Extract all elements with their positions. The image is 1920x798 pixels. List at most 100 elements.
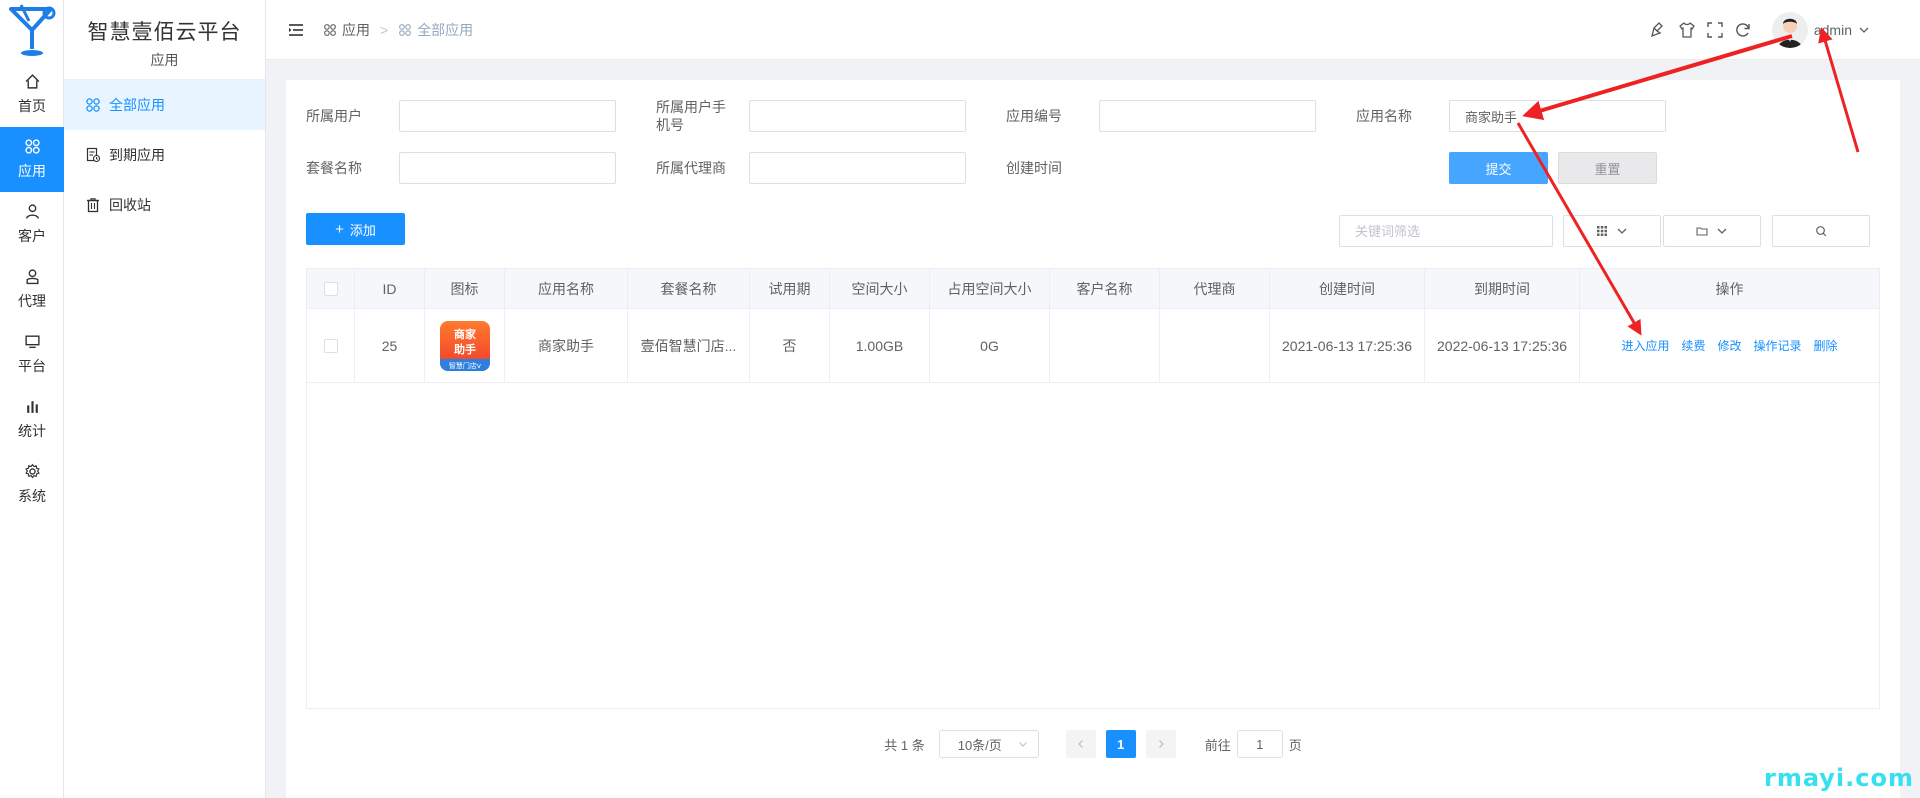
- reset-button[interactable]: 重置: [1558, 152, 1657, 184]
- cell-expires: 2022-06-13 17:25:36: [1425, 309, 1580, 382]
- refresh-icon[interactable]: [1734, 21, 1752, 39]
- add-button-label: 添加: [349, 222, 376, 238]
- home-icon: [25, 74, 39, 89]
- cell-space: 1.00GB: [830, 309, 930, 382]
- page-number-current[interactable]: 1: [1105, 730, 1136, 758]
- expire-doc-icon: [86, 147, 101, 163]
- user-menu[interactable]: admin: [1814, 22, 1870, 38]
- breadcrumb: 应用 > 全部应用: [323, 20, 473, 40]
- goto-prefix: 前往: [1204, 737, 1231, 753]
- pagination: 共 1 条 10条/页 1 前往 页: [286, 730, 1900, 758]
- user-avatar-icon: [1777, 18, 1802, 48]
- rail-item-customers[interactable]: 客户: [0, 192, 64, 257]
- package-label: 套餐名称: [306, 160, 362, 176]
- fullscreen-icon[interactable]: [1706, 21, 1724, 39]
- icon-rail: 首页 应用 客户 代理 平台 统计 系统: [0, 0, 64, 798]
- app-logo-line1: 商家: [454, 327, 477, 341]
- agent-label: 所属代理商: [656, 160, 726, 176]
- goto-page-input[interactable]: [1236, 730, 1283, 758]
- app-logo-line3: 智慧门店v: [448, 361, 480, 370]
- bar-chart-icon: [26, 401, 38, 413]
- header-cell: 图标: [425, 269, 505, 308]
- owner-phone-input[interactable]: [749, 100, 966, 132]
- header-actions: admin: [1640, 11, 1870, 48]
- chevron-down-icon: [1018, 742, 1027, 747]
- search-button[interactable]: [1772, 215, 1870, 247]
- breadcrumb-separator: >: [380, 21, 389, 38]
- sidebar-item-recycle-bin[interactable]: 回收站: [64, 180, 265, 230]
- app-name-input[interactable]: [1449, 100, 1666, 132]
- rail-item-label: 首页: [18, 98, 46, 114]
- app-no-input[interactable]: [1099, 100, 1316, 132]
- cell-icon: 商家 助手 智慧门店v: [425, 309, 505, 382]
- app-logo-line2: 助手: [454, 342, 476, 356]
- user-icon: [25, 204, 39, 219]
- cell-agent: [1160, 309, 1270, 382]
- breadcrumb-label: 全部应用: [417, 21, 474, 38]
- header-cell: 应用名称: [505, 269, 628, 308]
- rail-item-label: 系统: [18, 488, 46, 504]
- rail-item-apps[interactable]: 应用: [0, 127, 64, 192]
- package-input[interactable]: [399, 152, 616, 184]
- apps-icon: [324, 23, 336, 36]
- add-button[interactable]: + 添加: [306, 213, 405, 245]
- rail-item-agents[interactable]: 代理: [0, 257, 64, 322]
- next-page-button[interactable]: [1145, 730, 1176, 758]
- header-cell: 占用空间大小: [930, 269, 1050, 308]
- rail-item-label: 应用: [18, 163, 46, 179]
- username: admin: [1813, 21, 1852, 38]
- monitor-icon: [24, 335, 40, 349]
- agent-input[interactable]: [749, 152, 966, 184]
- app-name-label: 应用名称: [1356, 108, 1412, 124]
- header-cell: 套餐名称: [628, 269, 750, 308]
- apps-icon: [399, 23, 412, 36]
- rail-item-home[interactable]: 首页: [0, 62, 64, 127]
- watermark: rmayi.com: [1763, 764, 1914, 792]
- edit-link[interactable]: 修改: [1717, 337, 1741, 354]
- rail-item-label: 代理: [18, 293, 46, 309]
- page-size-select[interactable]: 10条/页: [938, 730, 1039, 758]
- rail-item-stats[interactable]: 统计: [0, 387, 64, 452]
- prev-page-button[interactable]: [1065, 730, 1096, 758]
- owner-user-input[interactable]: [399, 100, 616, 132]
- breadcrumb-item[interactable]: 应用: [323, 20, 370, 40]
- sidebar-item-all-apps[interactable]: 全部应用: [64, 80, 265, 130]
- goto-suffix: 页: [1288, 737, 1302, 753]
- cell-app-name: 商家助手: [505, 309, 628, 382]
- column-toggle-button[interactable]: [1563, 215, 1661, 247]
- breadcrumb-label: 应用: [342, 21, 370, 38]
- rail-item-label: 客户: [18, 228, 46, 244]
- row-checkbox[interactable]: [323, 338, 338, 353]
- clean-brush-icon[interactable]: [1650, 21, 1668, 39]
- chevron-right-icon: [1158, 740, 1164, 748]
- menu-toggle-icon[interactable]: [287, 21, 305, 39]
- sidebar-header: 智慧壹佰云平台 应用: [64, 0, 265, 80]
- keyword-filter-input[interactable]: [1339, 215, 1553, 247]
- rail-item-system[interactable]: 系统: [0, 452, 64, 517]
- secondary-sidebar: 智慧壹佰云平台 应用 全部应用 到期应用 回收站: [64, 0, 266, 798]
- package-text: 壹佰智慧门店...: [640, 337, 737, 354]
- theme-shirt-icon[interactable]: [1678, 21, 1696, 39]
- goto-page: 前往 页: [1205, 730, 1302, 758]
- select-all-checkbox[interactable]: [323, 281, 338, 296]
- submit-button[interactable]: 提交: [1449, 152, 1548, 184]
- rail-item-platform[interactable]: 平台: [0, 322, 64, 387]
- renew-link[interactable]: 续费: [1681, 337, 1705, 354]
- search-icon: [1816, 226, 1827, 237]
- cell-customer: [1050, 309, 1160, 382]
- chevron-down-icon: [1717, 228, 1727, 234]
- delete-link[interactable]: 删除: [1814, 337, 1838, 354]
- header-cell: 试用期: [750, 269, 830, 308]
- rail-item-label: 平台: [18, 358, 46, 374]
- header-cell: 操作: [1715, 280, 1744, 297]
- sidebar-item-label: 全部应用: [109, 97, 165, 113]
- header-cell-select: [307, 269, 355, 308]
- trash-icon: [87, 198, 99, 213]
- agent-icon: [25, 269, 39, 285]
- export-button[interactable]: [1663, 215, 1761, 247]
- row-select-cell: [307, 309, 355, 382]
- avatar[interactable]: [1771, 11, 1808, 48]
- operation-log-link[interactable]: 操作记录: [1754, 337, 1802, 354]
- sidebar-item-expired-apps[interactable]: 到期应用: [64, 130, 265, 180]
- enter-app-link[interactable]: 进入应用: [1621, 337, 1669, 354]
